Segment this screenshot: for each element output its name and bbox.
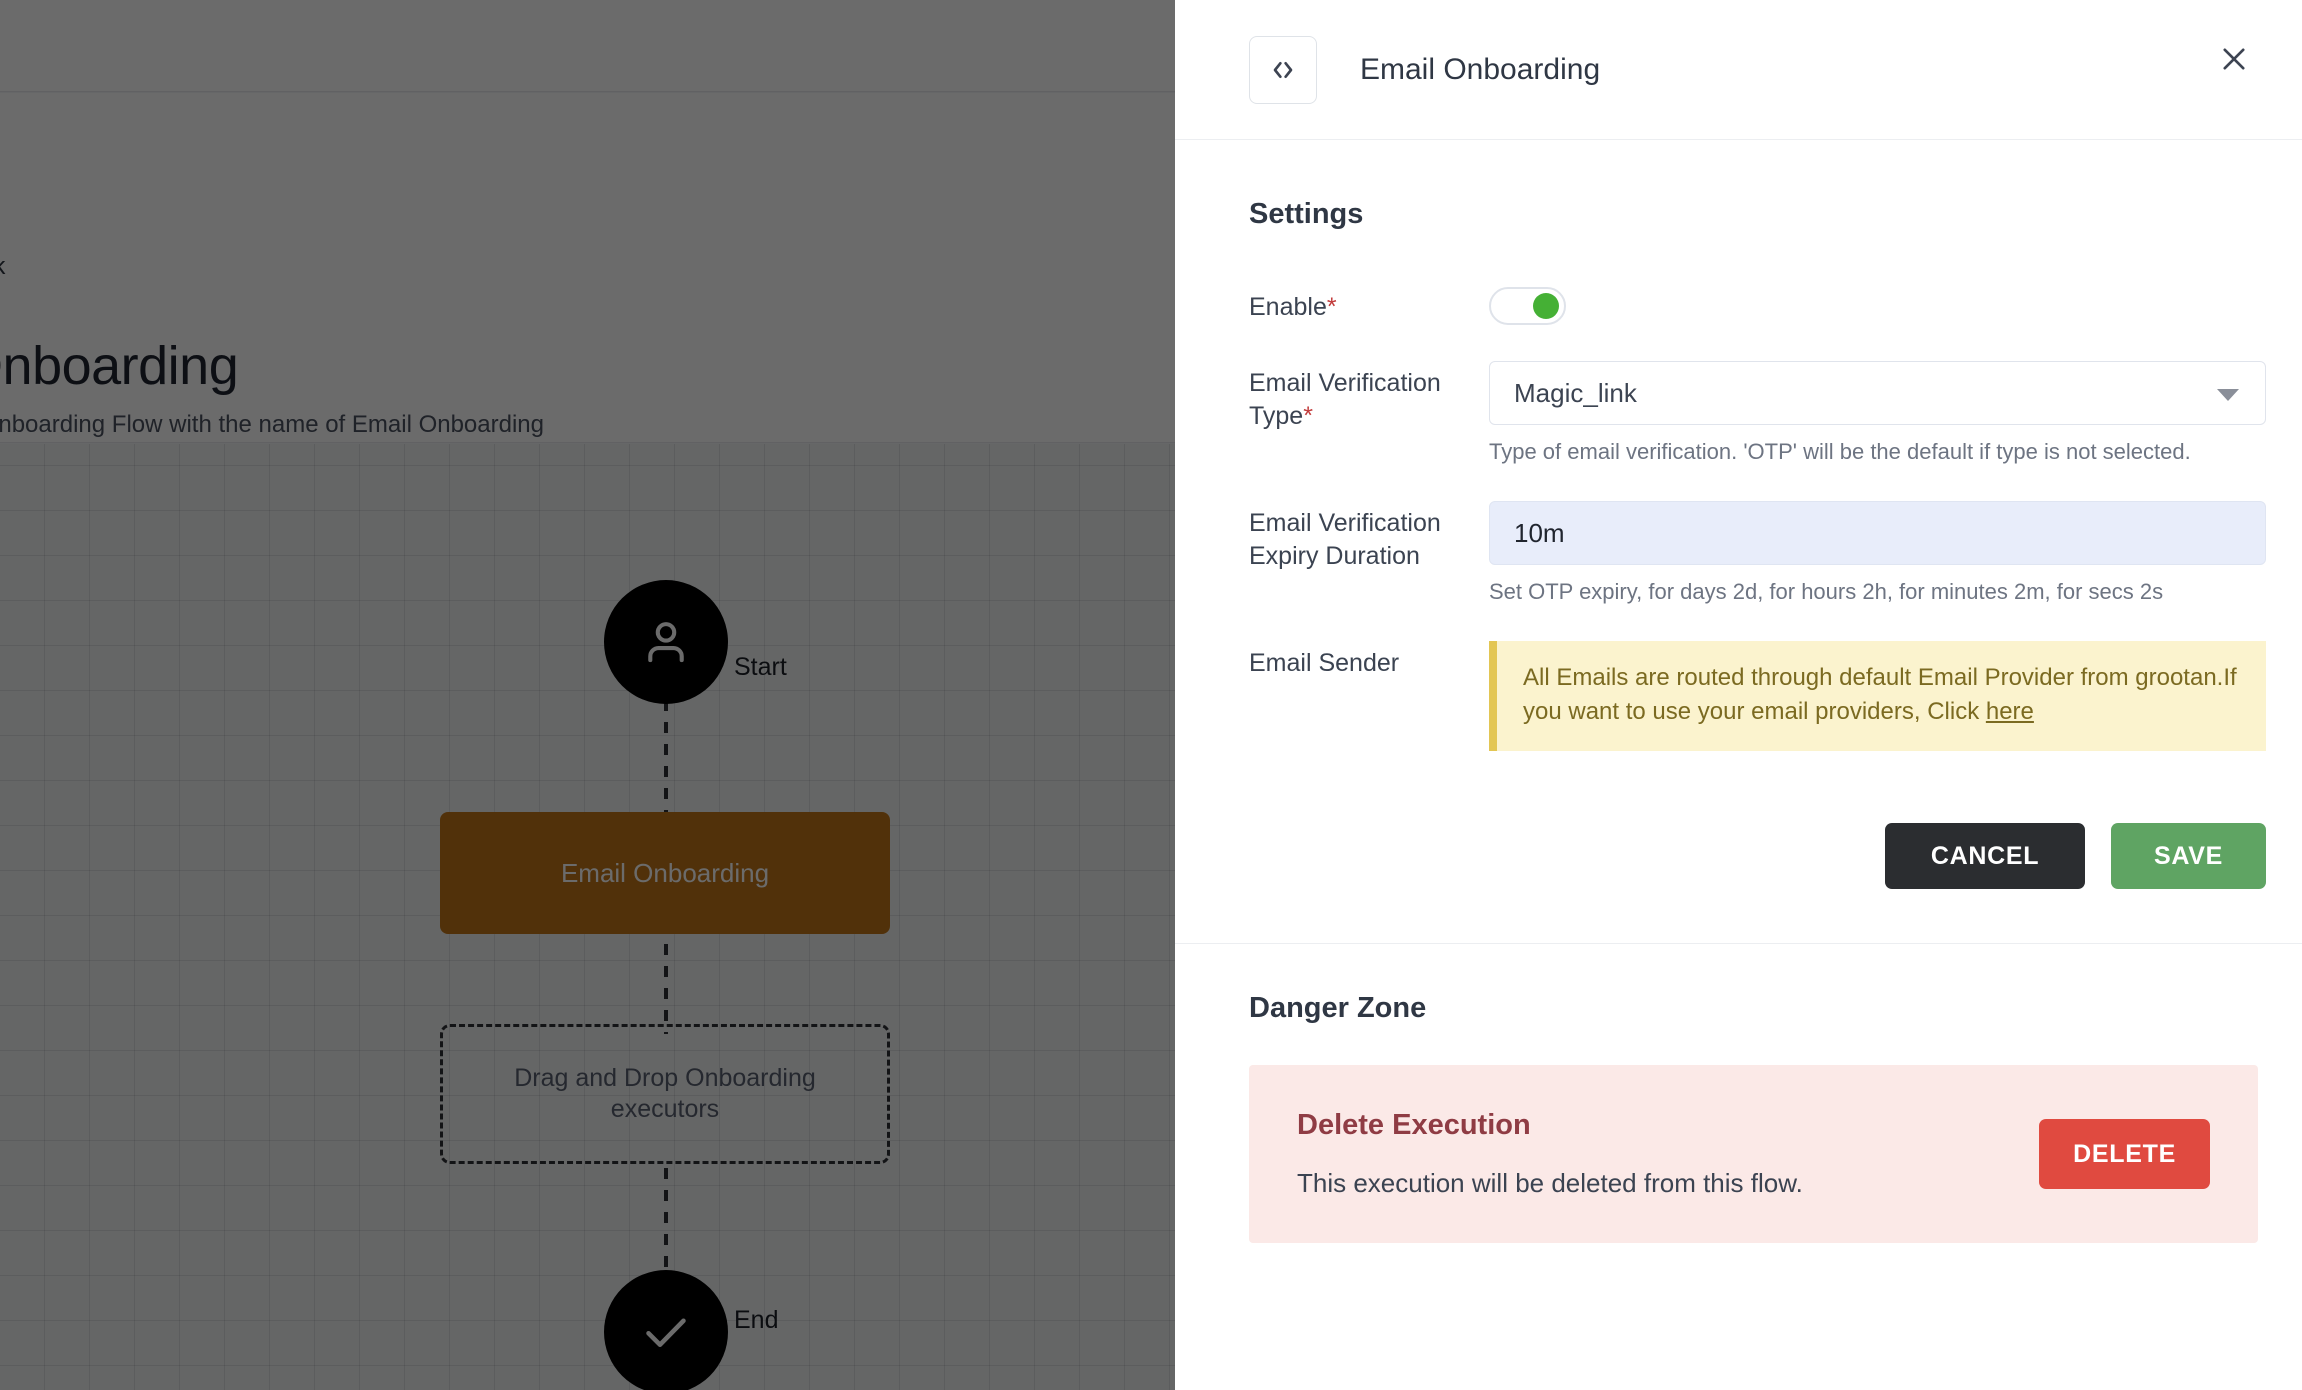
enable-label: Enable* <box>1249 285 1489 324</box>
delete-button[interactable]: DELETE <box>2039 1119 2210 1190</box>
required-asterisk: * <box>1326 293 1337 321</box>
close-icon[interactable] <box>2211 36 2257 82</box>
panel-title: Email Onboarding <box>1360 52 1601 86</box>
enable-control <box>1489 285 2266 325</box>
settings-actions: CANCEL SAVE <box>1175 787 2302 890</box>
save-button[interactable]: SAVE <box>2111 823 2266 890</box>
expiry-duration-hint: Set OTP expiry, for days 2d, for hours 2… <box>1489 579 2164 604</box>
form-row-email-sender: Email Sender All Emails are routed throu… <box>1175 641 2302 752</box>
verification-type-control: Magic_link Type of email verification. '… <box>1489 361 2266 465</box>
chevron-down-icon <box>2217 389 2239 401</box>
verification-type-hint: Type of email verification. 'OTP' will b… <box>1489 439 2191 464</box>
danger-zone-section: Danger Zone Delete Execution This execut… <box>1175 944 2302 1244</box>
form-row-enable: Enable* <box>1175 285 2302 325</box>
expiry-duration-control: 10m Set OTP expiry, for days 2d, for hou… <box>1489 501 2266 605</box>
enable-label-text: Enable <box>1249 293 1327 321</box>
form-row-verification-type: Email Verification Type* Magic_link Type… <box>1175 361 2302 465</box>
delete-execution-title: Delete Execution <box>1297 1109 1531 1142</box>
expiry-duration-label: Email Verification Expiry Duration <box>1249 509 1441 570</box>
email-sender-label: Email Sender <box>1249 649 1400 677</box>
form-row-expiry-duration: Email Verification Expiry Duration 10m S… <box>1175 501 2302 605</box>
email-sender-callout-text: All Emails are routed through default Em… <box>1523 664 2237 726</box>
email-provider-link[interactable]: here <box>1986 698 2034 725</box>
settings-card: Settings Enable* Email Verification Type… <box>1175 140 2302 945</box>
modal-dim-overlay[interactable] <box>0 0 1175 1390</box>
enable-toggle[interactable] <box>1489 287 1566 325</box>
verification-type-select[interactable]: Magic_link <box>1489 361 2266 425</box>
delete-execution-texts: Delete Execution This execution will be … <box>1297 1109 1803 1199</box>
panel-header: Email Onboarding <box>1175 0 2302 140</box>
cancel-button[interactable]: CANCEL <box>1885 823 2085 890</box>
required-asterisk: * <box>1303 402 1313 430</box>
verification-type-label: Email Verification Type* <box>1249 361 1489 433</box>
delete-execution-card: Delete Execution This execution will be … <box>1249 1065 2258 1244</box>
verification-type-value: Magic_link <box>1514 377 1637 408</box>
code-brackets-icon <box>1249 35 1317 104</box>
email-sender-callout: All Emails are routed through default Em… <box>1489 641 2266 752</box>
verification-type-label-text: Email Verification Type <box>1249 369 1441 430</box>
settings-side-panel: Email Onboarding Settings Enable* Email … <box>1175 0 2302 1390</box>
toggle-knob <box>1533 293 1559 319</box>
email-sender-control: All Emails are routed through default Em… <box>1489 641 2266 752</box>
panel-body: Settings Enable* Email Verification Type… <box>1175 140 2302 1244</box>
settings-section-title: Settings <box>1249 198 1364 230</box>
delete-execution-description: This execution will be deleted from this… <box>1297 1168 1803 1199</box>
expiry-duration-input[interactable]: 10m <box>1489 501 2266 565</box>
danger-zone-title: Danger Zone <box>1249 992 1427 1025</box>
